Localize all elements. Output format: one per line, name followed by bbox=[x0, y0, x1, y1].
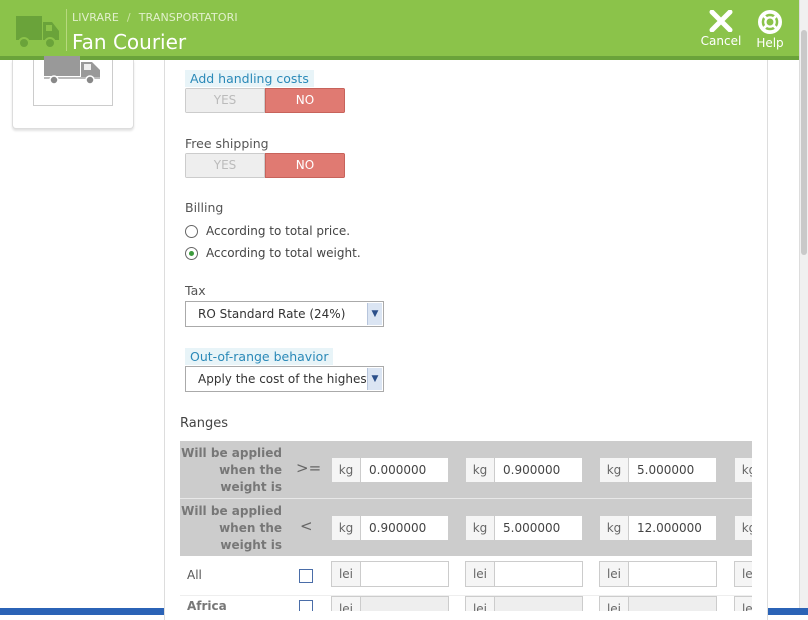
handling-costs-label: Add handling costs bbox=[185, 70, 314, 87]
lt-sign: < bbox=[300, 517, 313, 535]
page-title: Fan Courier bbox=[72, 30, 187, 54]
carrier-truck-icon bbox=[44, 56, 100, 85]
zone-checkbox[interactable] bbox=[299, 569, 313, 583]
breadcrumb-item-transportatori[interactable]: TRANSPORTATORI bbox=[139, 11, 238, 24]
close-icon bbox=[709, 10, 733, 32]
range-from-input-4[interactable]: kg bbox=[734, 457, 752, 483]
zone-price-input-3[interactable]: lei bbox=[599, 596, 717, 611]
range-to-input-2[interactable]: kg 5.000000 bbox=[465, 515, 583, 541]
zone-row-africa: Africa lei lei lei lei bbox=[180, 596, 752, 611]
zone-row-all: All lei lei lei lei bbox=[180, 557, 752, 596]
range-from-row: Will be applied when the weight is >= kg 0.… bbox=[180, 441, 752, 499]
range-to-input-3[interactable]: kg 12.000000 bbox=[599, 515, 717, 541]
zone-price-input-1[interactable]: lei bbox=[331, 561, 449, 587]
free-shipping-yes-option[interactable]: YES bbox=[185, 153, 265, 178]
range-to-row: Will be applied when the weight is < kg 0.9… bbox=[180, 499, 752, 556]
truck-icon bbox=[16, 16, 59, 49]
ranges-title: Ranges bbox=[180, 416, 228, 431]
zone-price-input-2[interactable]: lei bbox=[465, 596, 583, 611]
help-label: Help bbox=[756, 36, 784, 50]
zone-label: Africa bbox=[187, 599, 227, 611]
range-from-input-1[interactable]: kg 0.000000 bbox=[331, 457, 449, 483]
range-from-input-2[interactable]: kg 0.900000 bbox=[465, 457, 583, 483]
carrier-logo-box bbox=[33, 56, 113, 106]
radio-button-selected[interactable] bbox=[185, 246, 198, 260]
billing-option-weight[interactable]: According to total weight. bbox=[185, 246, 361, 260]
free-shipping-no-option[interactable]: NO bbox=[265, 153, 345, 178]
breadcrumb-separator: / bbox=[126, 11, 131, 24]
free-shipping-label: Free shipping bbox=[185, 136, 269, 151]
out-of-range-label: Out-of-range behavior bbox=[185, 348, 334, 365]
out-of-range-select-value: Apply the cost of the highest bbox=[198, 372, 372, 386]
vertical-scrollbar[interactable] bbox=[799, 0, 808, 610]
handling-costs-switch[interactable]: YES NO bbox=[185, 88, 345, 113]
ranges-table: Will be applied when the weight is >= kg 0.… bbox=[180, 441, 752, 611]
range-from-input-3[interactable]: kg 5.000000 bbox=[599, 457, 717, 483]
billing-option-label: According to total weight. bbox=[206, 246, 361, 260]
range-to-input-4[interactable]: kg bbox=[734, 515, 752, 541]
zone-price-input-4[interactable]: lei bbox=[734, 596, 752, 611]
breadcrumb-item-livrare[interactable]: LIVRARE bbox=[72, 11, 119, 24]
zone-label: All bbox=[187, 568, 202, 582]
billing-option-label: According to total price. bbox=[206, 224, 351, 238]
tax-select-value: RO Standard Rate (24%) bbox=[198, 307, 346, 321]
tax-select[interactable]: RO Standard Rate (24%) ▼ bbox=[185, 301, 384, 327]
chevron-down-icon[interactable]: ▼ bbox=[367, 368, 382, 390]
zone-price-input-2[interactable]: lei bbox=[465, 561, 583, 587]
help-button[interactable]: Help bbox=[748, 10, 792, 50]
page-header: LIVRARE / TRANSPORTATORI Fan Courier Cance… bbox=[0, 0, 799, 60]
zone-price-input-1[interactable]: lei bbox=[331, 596, 449, 611]
lifebuoy-icon bbox=[758, 10, 782, 34]
header-divider bbox=[66, 9, 67, 51]
zone-checkbox[interactable] bbox=[299, 600, 313, 611]
range-row-label: Will be applied when the weight is bbox=[181, 446, 282, 494]
chevron-down-icon[interactable]: ▼ bbox=[367, 303, 382, 325]
free-shipping-switch[interactable]: YES NO bbox=[185, 153, 345, 178]
handling-yes-option[interactable]: YES bbox=[185, 88, 265, 113]
zone-price-input-3[interactable]: lei bbox=[599, 561, 717, 587]
gte-sign: >= bbox=[296, 459, 322, 477]
breadcrumb: LIVRARE / TRANSPORTATORI bbox=[72, 11, 238, 24]
radio-button[interactable] bbox=[185, 224, 198, 238]
tax-label: Tax bbox=[185, 283, 206, 298]
carrier-summary-panel bbox=[12, 56, 134, 129]
out-of-range-select[interactable]: Apply the cost of the highest ▼ bbox=[185, 366, 384, 392]
cancel-button[interactable]: Cancel bbox=[699, 10, 743, 48]
billing-label: Billing bbox=[185, 200, 224, 215]
billing-option-price[interactable]: According to total price. bbox=[185, 224, 350, 238]
cancel-label: Cancel bbox=[700, 34, 742, 48]
range-row-label: Will be applied when the weight is bbox=[181, 504, 282, 552]
range-to-input-1[interactable]: kg 0.900000 bbox=[331, 515, 449, 541]
handling-no-option[interactable]: NO bbox=[265, 88, 345, 113]
zone-price-input-4[interactable]: lei bbox=[734, 561, 752, 587]
scrollbar-thumb[interactable] bbox=[801, 30, 807, 255]
